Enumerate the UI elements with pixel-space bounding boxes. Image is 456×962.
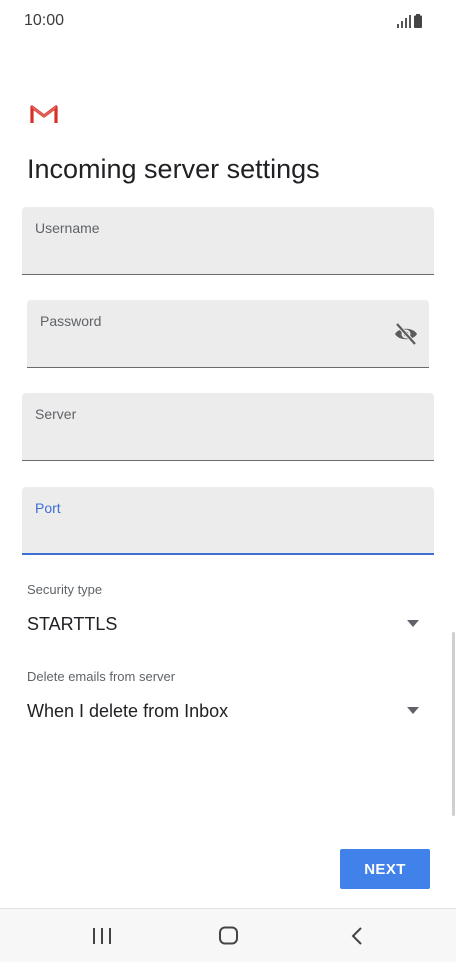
home-icon[interactable] [217,925,241,947]
port-input[interactable] [35,523,384,547]
scrollbar[interactable] [452,632,455,816]
server-input[interactable] [35,430,384,454]
page-title: Incoming server settings [27,154,320,184]
dropdown-arrow-icon [407,620,419,627]
password-field[interactable]: Password [27,300,429,368]
password-input[interactable] [40,337,379,361]
delete-emails-dropdown[interactable]: When I delete from Inbox [27,697,429,727]
gmail-logo-icon [30,105,58,123]
status-time: 10:00 [24,12,65,29]
delete-emails-value: When I delete from Inbox [27,701,229,721]
back-icon[interactable] [346,925,370,947]
delete-emails-label: Delete emails from server [27,669,176,684]
recent-apps-icon[interactable] [90,925,114,947]
security-type-dropdown[interactable]: STARTTLS [27,610,429,640]
username-input[interactable] [35,244,384,268]
server-label: Server [35,406,77,422]
password-label: Password [40,313,102,329]
username-field[interactable]: Username [22,207,434,275]
battery-icon [414,14,422,28]
security-type-value: STARTTLS [27,614,118,634]
port-field[interactable]: Port [22,487,434,555]
dropdown-arrow-icon [407,707,419,714]
signal-icon [397,15,411,28]
username-label: Username [35,220,100,236]
status-bar: 10:00 [0,0,456,44]
next-button[interactable]: NEXT [340,849,430,889]
navigation-bar [0,908,456,962]
status-icons [397,14,422,28]
server-field[interactable]: Server [22,393,434,461]
port-label: Port [35,500,61,516]
visibility-off-icon[interactable] [393,322,419,346]
security-type-label: Security type [27,582,103,597]
